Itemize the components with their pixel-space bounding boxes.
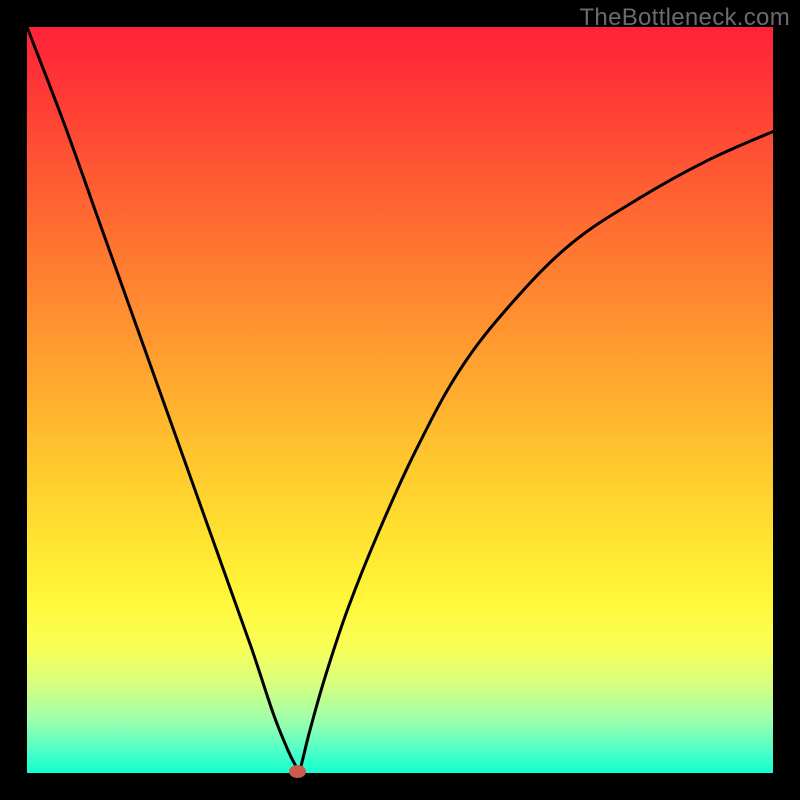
curve-svg [27, 27, 773, 773]
curve-right-branch [299, 131, 773, 773]
chart-frame: TheBottleneck.com [0, 0, 800, 800]
plot-area [27, 27, 773, 773]
bottleneck-marker [289, 765, 306, 778]
watermark-text: TheBottleneck.com [579, 4, 790, 32]
curve-left-branch [27, 27, 299, 773]
